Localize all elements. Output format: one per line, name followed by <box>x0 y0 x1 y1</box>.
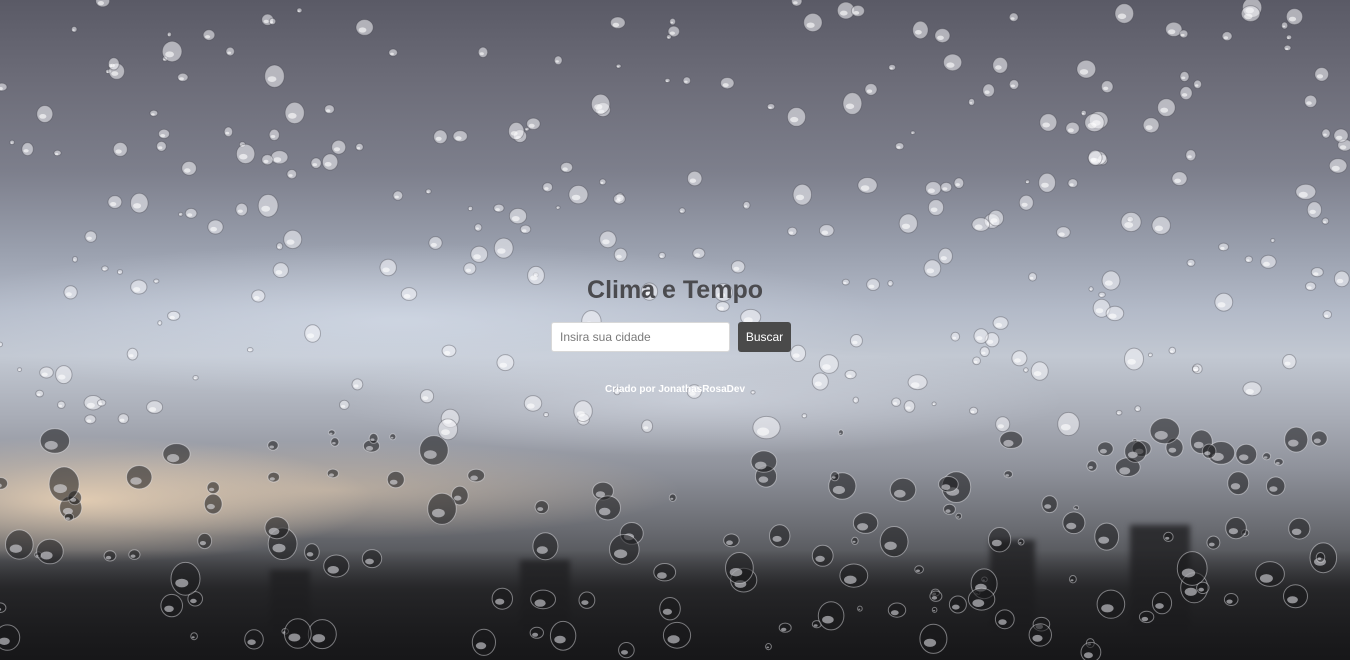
author-credit: Criado por JonathasRosaDev <box>0 384 1350 395</box>
city-search-input[interactable] <box>551 322 730 352</box>
search-button[interactable]: Buscar <box>738 322 791 352</box>
search-form: Buscar <box>551 322 791 352</box>
author-name: JonathasRosaDev <box>658 384 746 395</box>
main-content: Clima e Tempo Buscar Criado por Jonathas… <box>0 0 1350 660</box>
page-title: Clima e Tempo <box>587 276 763 304</box>
credit-prefix: Criado por <box>604 384 659 395</box>
